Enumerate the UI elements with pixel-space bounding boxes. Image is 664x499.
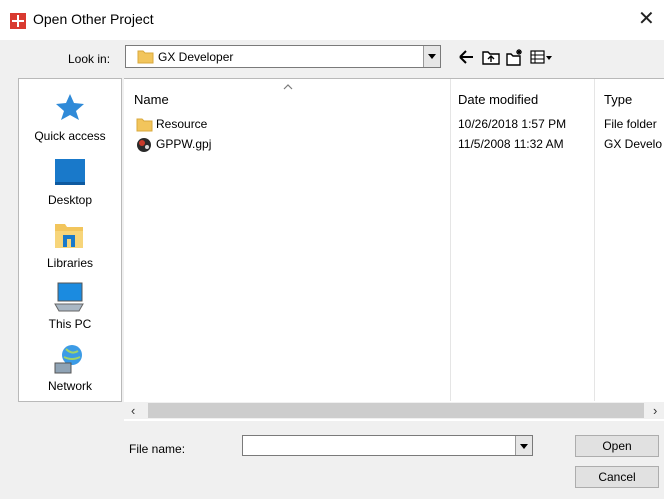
look-in-value: GX Developer [158, 50, 234, 64]
look-in-dropdown[interactable]: GX Developer [125, 45, 441, 68]
file-list[interactable]: Name Date modified Type Resource 10/26/2… [124, 78, 664, 421]
file-name: GPPW.gpj [156, 137, 212, 151]
file-name-input[interactable] [242, 435, 533, 456]
quick-access-star-icon [56, 94, 84, 120]
title-bar: Open Other Project ✕ [0, 0, 664, 40]
chevron-down-icon[interactable] [515, 436, 532, 455]
folder-icon [137, 50, 154, 64]
place-label: Libraries [46, 256, 94, 270]
place-this-pc[interactable]: This PC [19, 279, 121, 337]
chevron-down-icon[interactable] [423, 46, 440, 67]
scrollbar-thumb[interactable] [148, 403, 644, 418]
libraries-icon [55, 224, 83, 248]
place-label: Quick access [34, 129, 106, 143]
look-in-label: Look in: [68, 52, 111, 66]
place-desktop[interactable]: Desktop [19, 155, 121, 211]
place-network[interactable]: Network [19, 341, 121, 397]
scroll-right-icon[interactable]: › [653, 402, 657, 419]
scroll-left-icon[interactable]: ‹ [131, 402, 135, 419]
this-pc-icon [54, 282, 84, 312]
file-name-label: File name: [129, 442, 186, 456]
open-button[interactable]: Open [575, 435, 659, 457]
desktop-icon [55, 159, 85, 185]
file-type: File folder [604, 117, 657, 131]
places-bar: Quick access Desktop Libraries This PC N… [18, 78, 122, 402]
cancel-button[interactable]: Cancel [575, 466, 659, 488]
file-date: 11/5/2008 11:32 AM [458, 137, 564, 151]
horizontal-scrollbar[interactable]: ‹ › [124, 402, 664, 419]
app-icon [10, 13, 26, 29]
window-title: Open Other Project [33, 11, 154, 27]
view-menu-icon[interactable] [530, 48, 554, 66]
file-name: Resource [156, 117, 208, 131]
back-arrow-icon[interactable] [458, 48, 474, 66]
file-type: GX Develo [604, 137, 663, 151]
place-libraries[interactable]: Libraries [19, 219, 121, 275]
place-quick-access[interactable]: Quick access [19, 89, 121, 145]
column-header-type[interactable]: Type [604, 92, 632, 107]
column-header-name[interactable]: Name [134, 92, 169, 107]
file-row[interactable]: GPPW.gpj 11/5/2008 11:32 AM GX Develo [124, 135, 664, 154]
new-folder-icon[interactable] [506, 48, 524, 66]
gx-project-file-icon [137, 138, 151, 152]
column-header-date[interactable]: Date modified [458, 92, 538, 107]
file-date: 10/26/2018 1:57 PM [458, 117, 567, 131]
sort-up-icon [283, 84, 293, 90]
up-folder-icon[interactable] [482, 48, 500, 66]
network-icon [54, 345, 82, 374]
place-label: This PC [48, 317, 92, 331]
place-label: Network [47, 379, 92, 393]
folder-icon [136, 118, 153, 132]
file-row[interactable]: Resource 10/26/2018 1:57 PM File folder [124, 115, 664, 134]
place-label: Desktop [47, 193, 93, 207]
close-icon[interactable]: ✕ [638, 9, 655, 29]
